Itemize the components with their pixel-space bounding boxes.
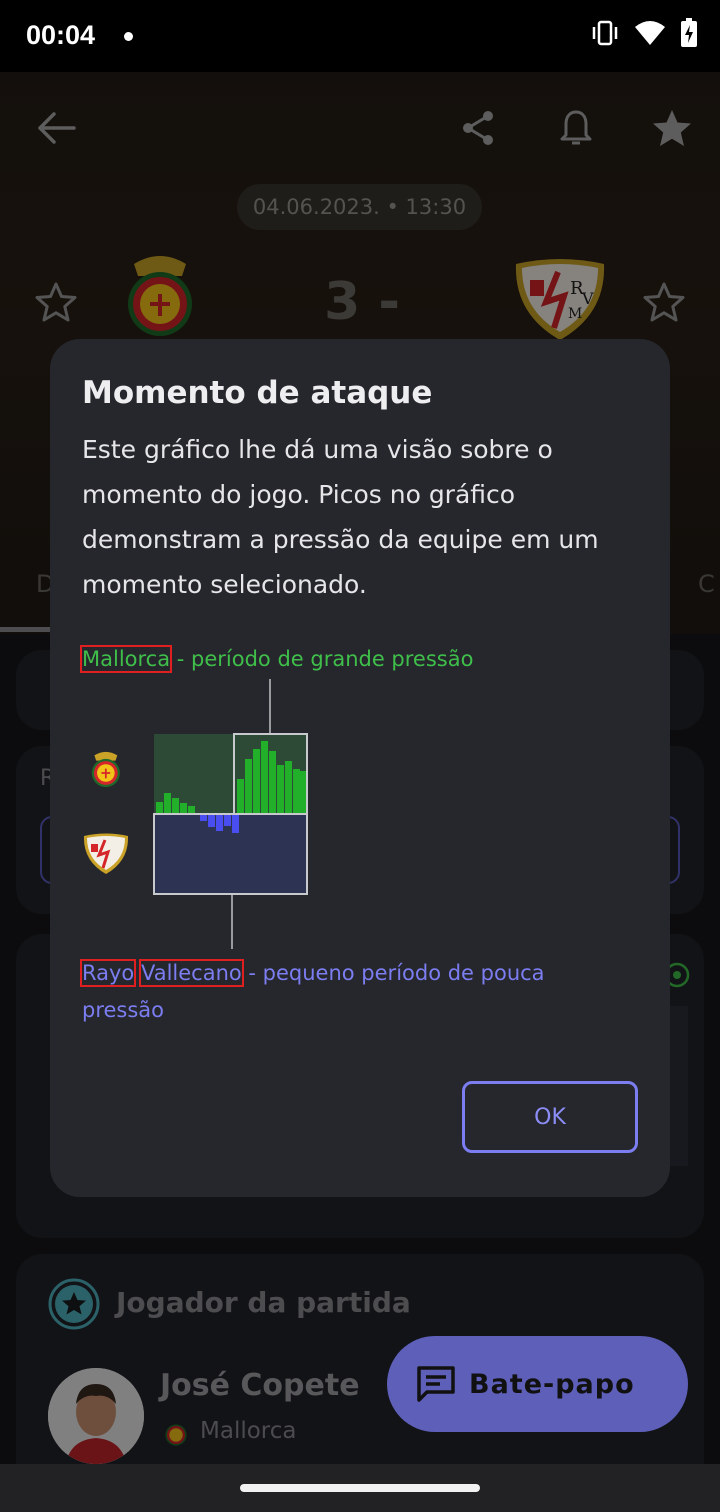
- legend-away: Rayo Vallecano - pequeno período de pouc…: [79, 955, 602, 1029]
- ok-button[interactable]: OK: [462, 1081, 638, 1153]
- match-screen: 00:04 04.06.2023. • 13:30 3 - R V M D C …: [0, 0, 720, 1512]
- home-gesture-handle[interactable]: [240, 1484, 480, 1492]
- legend-home-text: - período de grande pressão: [170, 647, 474, 671]
- chat-button-label: Bate-papo: [469, 1368, 635, 1400]
- wifi-icon: [635, 21, 665, 45]
- legend-home: Mallorca - período de grande pressão: [79, 645, 474, 673]
- attack-momentum-dialog: Momento de ataque Este gráfico lhe dá um…: [50, 339, 670, 1197]
- chat-button[interactable]: Bate-papo: [387, 1336, 688, 1432]
- legend-home-team: Mallorca: [79, 645, 173, 673]
- chat-bubble-icon: [417, 1366, 455, 1402]
- legend-away-team-2: Vallecano: [138, 959, 244, 987]
- legend-away-team-1: Rayo: [79, 959, 137, 987]
- battery-icon: [681, 18, 697, 47]
- dialog-body: Este gráfico lhe dá uma visão sobre o mo…: [82, 435, 599, 599]
- status-icons: [590, 18, 698, 48]
- vibrate-icon: [592, 20, 618, 46]
- notification-dot-icon: [124, 32, 133, 41]
- dialog-title: Momento de ataque: [82, 375, 433, 411]
- status-bar: 00:04: [0, 0, 720, 72]
- status-time: 00:04: [26, 20, 96, 50]
- momentum-illustration: [83, 679, 308, 949]
